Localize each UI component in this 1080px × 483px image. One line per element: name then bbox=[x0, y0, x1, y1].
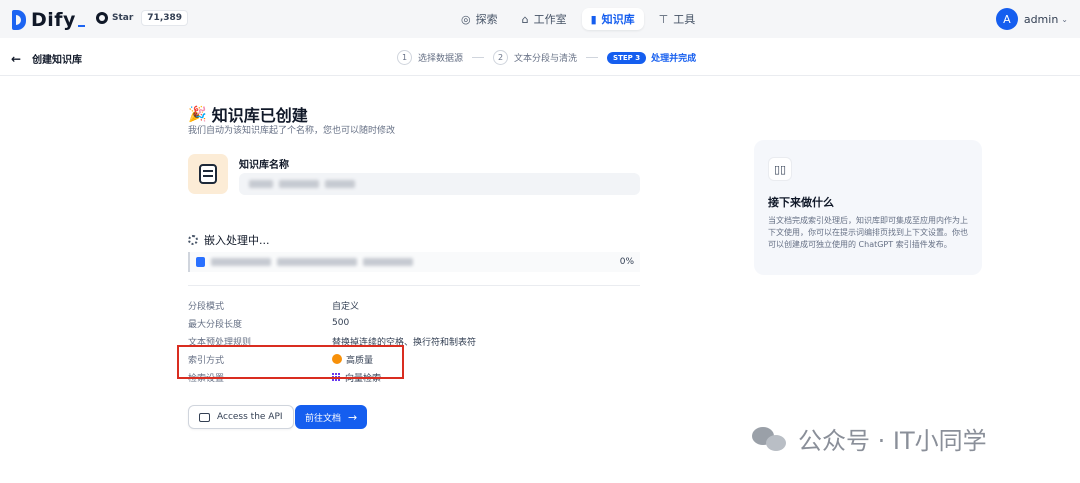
avatar: A bbox=[995, 8, 1018, 30]
logo-text: Dify bbox=[31, 9, 76, 31]
nav-tab-label: 工具 bbox=[673, 13, 696, 26]
blurred-text bbox=[325, 180, 355, 188]
info-value: 自定义 bbox=[332, 301, 360, 312]
wechat-icon bbox=[752, 425, 788, 453]
robot-icon: ⌂ bbox=[521, 12, 529, 26]
book-open-icon: ▯▯ bbox=[768, 157, 792, 181]
file-icon bbox=[196, 257, 205, 267]
info-key: 最大分段长度 bbox=[188, 319, 243, 330]
embedding-status: 嵌入处理中... bbox=[188, 232, 270, 248]
github-icon bbox=[96, 12, 108, 24]
go-to-documents-label: 前往文档 bbox=[305, 413, 342, 424]
github-star[interactable]: Star 71,389 bbox=[96, 10, 189, 26]
github-star-label: Star bbox=[112, 13, 134, 23]
arrow-left-icon: ← bbox=[11, 51, 22, 66]
watermark-text: 公众号 · IT小同学 bbox=[798, 427, 987, 455]
hammer-icon: ⊤ bbox=[658, 12, 669, 26]
next-steps-title: 接下来做什么 bbox=[768, 196, 834, 209]
step-number: 1 bbox=[397, 50, 412, 65]
nav-tab-knowledge[interactable]: ▮ 知识库 bbox=[581, 8, 644, 30]
step-divider bbox=[472, 57, 485, 58]
page-subtitle: 我们自动为该知识库起了个名称，您也可以随时修改 bbox=[188, 126, 396, 136]
create-kb-header: ← 创建知识库 1 选择数据源 2 文本分段与清洗 STEP 3 处理并完成 bbox=[0, 38, 1080, 76]
next-steps-card: ▯▯ 接下来做什么 当文档完成索引处理后，知识库即可集成至应用内作为上下文使用，… bbox=[754, 140, 982, 275]
blurred-filename bbox=[277, 258, 357, 266]
info-key: 分段模式 bbox=[188, 301, 225, 312]
kb-name-input[interactable] bbox=[239, 173, 640, 195]
step-2: 2 文本分段与清洗 bbox=[493, 50, 577, 65]
step-3: STEP 3 处理并完成 bbox=[607, 51, 696, 64]
nav-tab-label: 知识库 bbox=[601, 13, 635, 26]
info-value: 500 bbox=[332, 318, 350, 328]
kb-avatar bbox=[188, 154, 228, 194]
highlight-box bbox=[177, 345, 404, 379]
step-label: 处理并完成 bbox=[651, 54, 697, 64]
party-popper-icon: 🎉 bbox=[188, 105, 207, 123]
info-row: 分段模式 自定义 bbox=[188, 296, 588, 314]
step-label: 文本分段与清洗 bbox=[514, 54, 578, 64]
watermark: 公众号 · IT小同学 bbox=[752, 421, 987, 456]
step-badge: STEP 3 bbox=[607, 51, 647, 64]
blurred-text bbox=[249, 180, 273, 188]
user-menu[interactable]: A admin ⌄ bbox=[995, 8, 1068, 30]
blurred-filename bbox=[363, 258, 413, 266]
access-api-button[interactable]: Access the API bbox=[188, 405, 294, 429]
arrow-right-icon: → bbox=[348, 410, 358, 424]
robot-face-icon bbox=[199, 164, 217, 184]
embedding-status-text: 嵌入处理中... bbox=[204, 234, 270, 247]
logo-underscore bbox=[77, 25, 85, 27]
step-label: 选择数据源 bbox=[418, 54, 464, 64]
terminal-icon bbox=[199, 412, 210, 422]
github-star-count: 71,389 bbox=[141, 10, 189, 26]
back-label: 创建知识库 bbox=[32, 55, 83, 66]
step-number: 2 bbox=[493, 50, 509, 65]
spinner-icon bbox=[188, 235, 198, 245]
user-name: admin bbox=[1023, 12, 1059, 26]
nav-tab-tools[interactable]: ⊤ 工具 bbox=[650, 8, 705, 30]
document-progress-row: 0% bbox=[188, 252, 640, 272]
blurred-filename bbox=[211, 258, 271, 266]
blurred-text bbox=[279, 180, 319, 188]
nav-tab-label: 探索 bbox=[475, 13, 498, 26]
step-1: 1 选择数据源 bbox=[397, 50, 463, 65]
go-to-documents-button[interactable]: 前往文档 → bbox=[295, 405, 368, 429]
nav-tab-explore[interactable]: ◎ 探索 bbox=[452, 8, 507, 30]
book-icon: ▮ bbox=[590, 12, 597, 26]
compass-icon: ◎ bbox=[461, 12, 471, 26]
step-divider bbox=[586, 57, 599, 58]
divider bbox=[188, 285, 640, 286]
kb-name-label: 知识库名称 bbox=[239, 160, 289, 171]
next-steps-description: 当文档完成索引处理后，知识库即可集成至应用内作为上下文使用，你可以在提示词编排页… bbox=[768, 216, 968, 249]
chevron-down-icon: ⌄ bbox=[1061, 14, 1068, 24]
back-button[interactable]: ← 创建知识库 bbox=[11, 51, 83, 67]
nav-tab-label: 工作室 bbox=[533, 13, 567, 26]
dify-logo[interactable]: Dify bbox=[12, 9, 85, 31]
stepper: 1 选择数据源 2 文本分段与清洗 STEP 3 处理并完成 bbox=[397, 50, 696, 65]
top-nav: Dify Star 71,389 ◎ 探索 ⌂ 工作室 ▮ 知识库 ⊤ 工具 A… bbox=[0, 0, 1080, 38]
progress-percent: 0% bbox=[619, 257, 634, 267]
info-row: 最大分段长度 500 bbox=[188, 314, 588, 332]
access-api-label: Access the API bbox=[217, 412, 283, 422]
nav-tab-studio[interactable]: ⌂ 工作室 bbox=[513, 8, 576, 30]
logo-mark-icon bbox=[12, 10, 26, 30]
main-nav-tabs: ◎ 探索 ⌂ 工作室 ▮ 知识库 ⊤ 工具 bbox=[452, 8, 704, 30]
